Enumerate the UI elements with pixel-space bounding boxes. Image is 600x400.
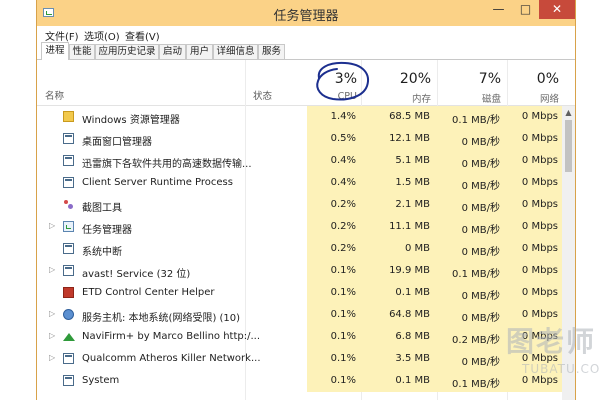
disk-value: 0 MB/秒 bbox=[461, 203, 500, 214]
process-row[interactable]: ▷ 服务主机: 本地系统(网络受限) (10) 0.1% 64.8 MB 0 MB/秒 0… bbox=[37, 304, 575, 326]
process-list: Windows 资源管理器 1.4% 68.5 MB 0.1 MB/秒 0 Mbps 桌面… bbox=[37, 106, 575, 392]
process-row[interactable]: ETD Control Center Helper 0.1% 0.1 MB 0 MB/… bbox=[37, 282, 575, 304]
process-name: NaviFirm+ by Marco Bellino http:/... bbox=[82, 331, 261, 342]
cpu-value: 0.1% bbox=[330, 287, 356, 298]
process-row[interactable]: 截图工具 0.2% 2.1 MB 0 MB/秒 0 Mbps bbox=[37, 194, 575, 216]
process-name: Qualcomm Atheros Killer Network... bbox=[82, 353, 261, 364]
window-icon bbox=[63, 265, 74, 276]
annotation-circle bbox=[316, 61, 369, 101]
task-manager-icon bbox=[63, 221, 74, 232]
memory-value: 0.1 MB bbox=[395, 287, 430, 298]
etd-icon bbox=[63, 287, 74, 298]
process-row[interactable]: ▷ NaviFirm+ by Marco Bellino http:/... 0.1… bbox=[37, 326, 575, 348]
cpu-value: 0.5% bbox=[330, 133, 356, 144]
disk-value: 0.2 MB/秒 bbox=[452, 335, 500, 346]
network-value: 0 Mbps bbox=[521, 243, 558, 254]
memory-value: 68.5 MB bbox=[389, 111, 430, 122]
cpu-value: 0.1% bbox=[330, 375, 356, 386]
navi-icon bbox=[63, 331, 75, 342]
cpu-value: 0.4% bbox=[330, 177, 356, 188]
folder-icon bbox=[63, 111, 74, 122]
process-name: 任务管理器 bbox=[82, 225, 132, 236]
network-value: 0 Mbps bbox=[521, 265, 558, 276]
memory-value: 1.5 MB bbox=[395, 177, 430, 188]
window-icon bbox=[63, 155, 74, 166]
cpu-value: 0.1% bbox=[330, 331, 356, 342]
process-row[interactable]: System 0.1% 0.1 MB 0.1 MB/秒 0 Mbps bbox=[37, 370, 575, 392]
process-row[interactable]: ▷ Qualcomm Atheros Killer Network... 0.1% 3… bbox=[37, 348, 575, 370]
disk-value: 0 MB/秒 bbox=[461, 181, 500, 192]
expand-arrow-icon[interactable]: ▷ bbox=[49, 331, 55, 340]
memory-value: 12.1 MB bbox=[389, 133, 430, 144]
network-value: 0 Mbps bbox=[521, 177, 558, 188]
disk-value: 0 MB/秒 bbox=[461, 137, 500, 148]
memory-value: 5.1 MB bbox=[395, 155, 430, 166]
network-value: 0 Mbps bbox=[521, 111, 558, 122]
expand-arrow-icon[interactable]: ▷ bbox=[49, 265, 55, 274]
process-row[interactable]: 系统中断 0.2% 0 MB 0 MB/秒 0 Mbps bbox=[37, 238, 575, 260]
network-value: 0 Mbps bbox=[521, 221, 558, 232]
memory-value: 19.9 MB bbox=[389, 265, 430, 276]
cpu-value: 0.1% bbox=[330, 265, 356, 276]
cpu-value: 0.2% bbox=[330, 243, 356, 254]
disk-value: 0 MB/秒 bbox=[461, 313, 500, 324]
process-name: avast! Service (32 位) bbox=[82, 269, 191, 280]
network-value: 0 Mbps bbox=[521, 287, 558, 298]
network-value: 0 Mbps bbox=[521, 155, 558, 166]
process-name: 迅雷旗下各软件共用的高速数据传输... bbox=[82, 159, 252, 170]
cpu-value: 0.1% bbox=[330, 309, 356, 320]
window-icon bbox=[63, 353, 74, 364]
process-row[interactable]: 桌面窗口管理器 0.5% 12.1 MB 0 MB/秒 0 Mbps bbox=[37, 128, 575, 150]
window-icon bbox=[63, 243, 74, 254]
process-row[interactable]: ▷ 任务管理器 0.2% 11.1 MB 0 MB/秒 0 Mbps bbox=[37, 216, 575, 238]
watermark-logo-text: 图老师 bbox=[506, 325, 597, 358]
watermark-url: TUBATU.COM bbox=[522, 362, 600, 376]
cpu-value: 0.4% bbox=[330, 155, 356, 166]
memory-value: 6.8 MB bbox=[395, 331, 430, 342]
process-name: Windows 资源管理器 bbox=[82, 115, 180, 126]
disk-value: 0 MB/秒 bbox=[461, 225, 500, 236]
snipping-tool-icon bbox=[63, 199, 74, 210]
network-value: 0 Mbps bbox=[521, 309, 558, 320]
cpu-value: 0.2% bbox=[330, 221, 356, 232]
disk-value: 0.1 MB/秒 bbox=[452, 379, 500, 390]
disk-value: 0.1 MB/秒 bbox=[452, 115, 500, 126]
process-row[interactable]: Client Server Runtime Process 0.4% 1.5 MB 0… bbox=[37, 172, 575, 194]
memory-value: 0 MB bbox=[404, 243, 430, 254]
cpu-value: 1.4% bbox=[330, 111, 356, 122]
window-icon bbox=[63, 133, 74, 144]
expand-arrow-icon[interactable]: ▷ bbox=[49, 353, 55, 362]
process-name: ETD Control Center Helper bbox=[82, 287, 215, 298]
disk-value: 0 MB/秒 bbox=[461, 159, 500, 170]
process-name: Client Server Runtime Process bbox=[82, 177, 233, 188]
network-value: 0 Mbps bbox=[521, 199, 558, 210]
gear-icon bbox=[63, 309, 74, 320]
disk-value: 0.1 MB/秒 bbox=[452, 269, 500, 280]
process-name: 系统中断 bbox=[82, 247, 122, 258]
memory-value: 64.8 MB bbox=[389, 309, 430, 320]
expand-arrow-icon[interactable]: ▷ bbox=[49, 221, 55, 230]
process-name: 桌面窗口管理器 bbox=[82, 137, 152, 148]
expand-arrow-icon[interactable]: ▷ bbox=[49, 309, 55, 318]
process-row[interactable]: 迅雷旗下各软件共用的高速数据传输... 0.4% 5.1 MB 0 MB/秒 0 Mbp… bbox=[37, 150, 575, 172]
watermark: 图老师 TUBATU.COM bbox=[506, 320, 600, 392]
scrollbar-thumb[interactable] bbox=[565, 120, 572, 172]
window-icon bbox=[63, 177, 74, 188]
process-row[interactable]: ▷ avast! Service (32 位) 0.1% 19.9 MB 0.1 MB/… bbox=[37, 260, 575, 282]
process-name: 服务主机: 本地系统(网络受限) (10) bbox=[82, 313, 241, 324]
memory-value: 2.1 MB bbox=[395, 199, 430, 210]
disk-value: 0 MB/秒 bbox=[461, 291, 500, 302]
disk-value: 0 MB/秒 bbox=[461, 357, 500, 368]
memory-value: 11.1 MB bbox=[389, 221, 430, 232]
cpu-value: 0.1% bbox=[330, 353, 356, 364]
memory-value: 3.5 MB bbox=[395, 353, 430, 364]
cpu-value: 0.2% bbox=[330, 199, 356, 210]
process-name: 截图工具 bbox=[82, 203, 122, 214]
network-value: 0 Mbps bbox=[521, 133, 558, 144]
memory-value: 0.1 MB bbox=[395, 375, 430, 386]
disk-value: 0 MB/秒 bbox=[461, 247, 500, 258]
window-icon bbox=[63, 375, 74, 386]
task-manager-window: 任务管理器 — □ ✕ 文件(F) 选项(O) 查看(V) 进程 性能 应用历史… bbox=[36, 0, 576, 400]
process-name: System bbox=[82, 375, 120, 386]
